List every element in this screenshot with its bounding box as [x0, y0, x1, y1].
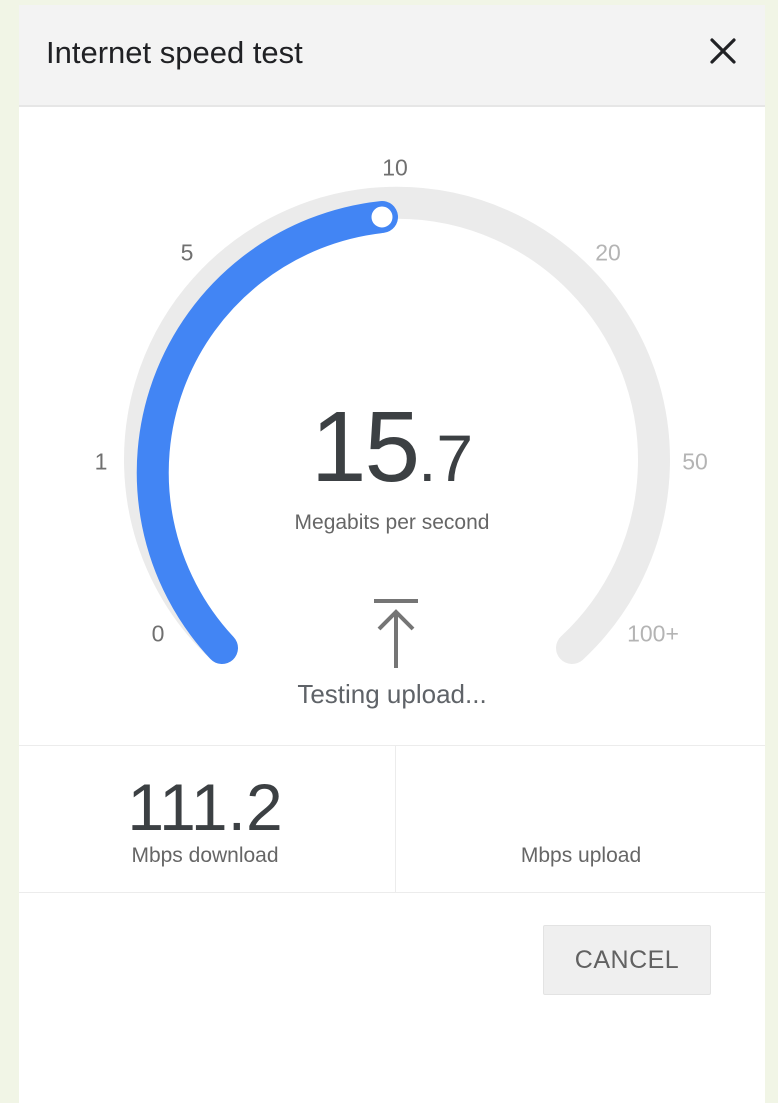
- gauge-tick-10: 10: [382, 154, 408, 181]
- upload-arrow-icon: [372, 598, 420, 675]
- gauge-tick-100-plus: 100+: [627, 620, 679, 647]
- download-label: Mbps download: [131, 844, 279, 867]
- cancel-button[interactable]: CANCEL: [543, 925, 711, 995]
- upload-label: Mbps upload: [520, 844, 642, 867]
- gauge-tick-20: 20: [595, 239, 621, 266]
- gauge-tick-0: 0: [151, 620, 165, 647]
- results-divider: [395, 746, 396, 892]
- current-speed: 15.7: [19, 397, 765, 497]
- speed-unit: Megabits per second: [294, 511, 490, 534]
- speed-test-dialog: Internet speed test 0 1 5 10 20 50 100+ …: [19, 5, 765, 1103]
- gauge-needle-dot: [368, 203, 396, 231]
- test-status: Testing upload...: [297, 679, 487, 709]
- download-value: 111.2: [127, 770, 283, 844]
- gauge-tick-5: 5: [180, 239, 194, 266]
- current-speed-decimal: .7: [418, 421, 474, 495]
- results-panel: 111.2 Mbps download Mbps upload: [19, 745, 765, 893]
- current-speed-integer: 15: [310, 391, 420, 503]
